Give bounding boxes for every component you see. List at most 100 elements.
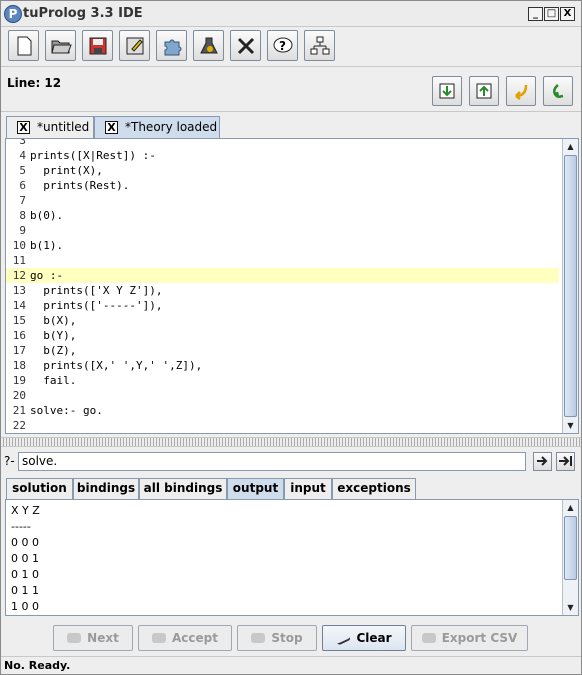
minimize-button[interactable]: _ xyxy=(528,7,543,21)
close-button[interactable]: X xyxy=(560,7,575,21)
status-bar: No. Ready. xyxy=(1,656,581,674)
accept-button[interactable]: Accept xyxy=(138,625,232,651)
tab-label: *Theory loaded xyxy=(125,120,218,134)
code-line: b(1). xyxy=(30,239,64,252)
scroll-down-icon[interactable]: ▼ xyxy=(563,418,578,433)
line-number: 14 xyxy=(12,299,26,312)
action-buttons: Next Accept Stop Clear Export CSV xyxy=(1,623,581,653)
open-file-button[interactable] xyxy=(45,30,76,61)
redo-button[interactable] xyxy=(543,76,573,106)
line-number: 19 xyxy=(12,374,26,387)
line-number: 7 xyxy=(19,194,26,207)
tab-label: *untitled xyxy=(37,120,90,134)
line-number: 12 xyxy=(12,269,26,282)
next-button[interactable]: Next xyxy=(53,625,133,651)
close-tab-icon[interactable]: X xyxy=(105,121,118,134)
line-number: 13 xyxy=(12,284,26,297)
window-title: tuProlog 3.3 IDE xyxy=(23,6,143,21)
line-number: 10 xyxy=(12,239,26,252)
code-line: prints([X|Rest]) :- xyxy=(30,149,156,162)
output-panel[interactable]: X Y Z ----- 0 0 0 0 0 1 0 1 0 0 1 1 1 0 0 ▲ ▼ xyxy=(5,499,579,616)
library-manager-button[interactable] xyxy=(156,30,187,61)
code-line: prints(Rest). xyxy=(30,179,130,192)
stop-button[interactable]: Stop xyxy=(237,625,317,651)
solve-all-button[interactable] xyxy=(556,452,575,471)
new-file-button[interactable] xyxy=(8,30,39,61)
line-number: 18 xyxy=(12,359,26,372)
query-input[interactable]: solve. xyxy=(18,452,526,471)
line-number: 9 xyxy=(19,224,26,237)
tab-exceptions[interactable]: exceptions xyxy=(332,478,416,499)
stop-icon xyxy=(251,633,266,643)
scroll-up-icon[interactable]: ▲ xyxy=(563,139,578,154)
line-number: 15 xyxy=(12,314,26,327)
maximize-button[interactable]: □ xyxy=(544,7,559,21)
tab-untitled[interactable]: X *untitled xyxy=(6,116,94,138)
preferences-button[interactable] xyxy=(230,30,261,61)
save-button[interactable] xyxy=(82,30,113,61)
solve-button[interactable] xyxy=(533,452,552,471)
new-icon xyxy=(17,36,32,56)
close-tab-icon[interactable]: X xyxy=(17,121,30,134)
split-pane-divider[interactable] xyxy=(1,437,581,447)
clear-button[interactable]: Clear xyxy=(322,625,406,651)
code-line: print(X), xyxy=(30,164,103,177)
save-as-button[interactable] xyxy=(119,30,150,61)
editor-scrollbar[interactable]: ▲ ▼ xyxy=(562,139,578,433)
line-number: 21 xyxy=(12,404,26,417)
code-line: b(0). xyxy=(30,209,64,222)
stop-label: Stop xyxy=(271,631,303,645)
line-number: 6 xyxy=(19,179,26,192)
tab-all-bindings[interactable]: all bindings xyxy=(139,478,227,499)
code-editor[interactable]: 3 4 5 6 7 8 9 10 11 12 13 14 15 16 17 18 19 20 21 22 prints… xyxy=(5,138,579,434)
line-number: 11 xyxy=(12,254,26,267)
arrow-up-icon xyxy=(476,83,492,99)
code-line: prints([X,' ',Y,' ',Z]), xyxy=(30,359,203,372)
scroll-thumb[interactable] xyxy=(564,516,577,580)
tuprolog-logo-icon: P xyxy=(4,5,22,23)
save-as-icon xyxy=(126,37,144,55)
tools-icon xyxy=(237,37,255,55)
help-button[interactable]: ? xyxy=(267,30,298,61)
scroll-down-icon[interactable]: ▼ xyxy=(563,600,578,615)
broom-icon xyxy=(335,632,352,646)
code-line: b(X), xyxy=(30,314,77,327)
line-number-gutter: 3 4 5 6 7 8 9 10 11 12 13 14 15 16 17 18 19 20 21 22 xyxy=(6,139,28,433)
debug-tree-button[interactable] xyxy=(304,30,335,61)
export-csv-label: Export CSV xyxy=(441,631,518,645)
svg-text:?: ? xyxy=(279,39,286,53)
line-number: 22 xyxy=(12,419,26,432)
main-toolbar: ? xyxy=(1,27,581,67)
nav-up-button[interactable] xyxy=(469,76,499,106)
output-line: X Y Z xyxy=(11,504,40,517)
line-number: 8 xyxy=(19,209,26,222)
output-text: X Y Z ----- 0 0 0 0 0 1 0 1 0 0 1 1 1 0 0 xyxy=(11,503,40,615)
flask-icon xyxy=(200,37,218,54)
solve-arrow-icon xyxy=(537,456,548,466)
output-line: 0 0 1 xyxy=(11,552,39,565)
open-folder-icon xyxy=(51,40,72,54)
tab-theory-loaded[interactable]: X *Theory loaded xyxy=(94,116,220,138)
undo-button[interactable] xyxy=(506,76,536,106)
line-number: 20 xyxy=(12,389,26,402)
tab-input[interactable]: input xyxy=(284,478,332,499)
output-line: 0 1 0 xyxy=(11,568,39,581)
query-prompt: ?- xyxy=(4,454,15,468)
tab-solution[interactable]: solution xyxy=(6,478,73,499)
output-scrollbar[interactable]: ▲ ▼ xyxy=(562,500,578,615)
solve-all-arrow-icon xyxy=(559,456,572,466)
undo-icon xyxy=(515,84,528,100)
nav-down-button[interactable] xyxy=(432,76,462,106)
export-icon xyxy=(421,633,436,643)
scroll-up-icon[interactable]: ▲ xyxy=(563,500,578,515)
current-line-highlight xyxy=(6,268,559,283)
output-line: 1 0 0 xyxy=(11,600,39,613)
export-csv-button[interactable]: Export CSV xyxy=(411,625,528,651)
scroll-thumb[interactable] xyxy=(564,155,577,417)
theory-manager-button[interactable] xyxy=(193,30,224,61)
tab-output[interactable]: output xyxy=(227,478,284,499)
code-line: fail. xyxy=(30,374,77,387)
tab-bindings[interactable]: bindings xyxy=(73,478,139,499)
help-icon: ? xyxy=(273,37,293,53)
arrow-down-icon xyxy=(439,83,455,99)
